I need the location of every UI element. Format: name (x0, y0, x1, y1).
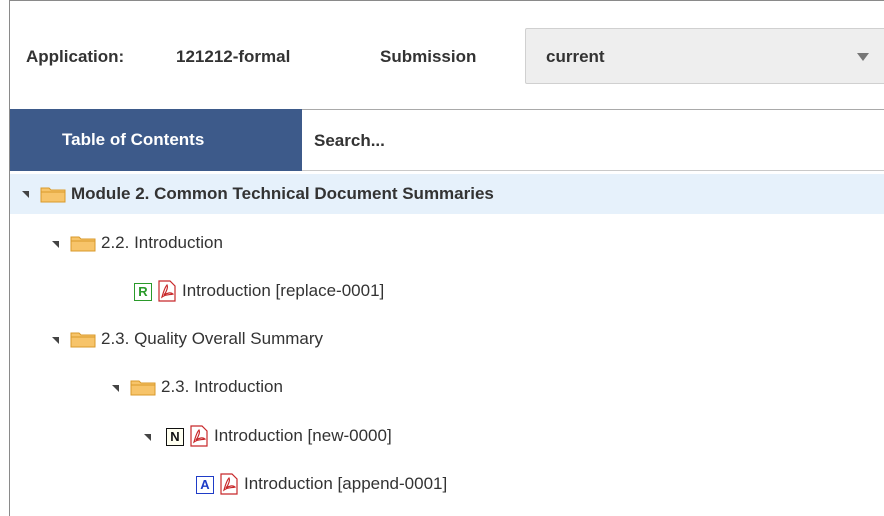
pdf-icon (220, 473, 238, 495)
tree-node-module-2[interactable]: Module 2. Common Technical Document Summ… (10, 174, 884, 214)
tree-node-doc-replace[interactable]: R Introduction [replace-0001] (10, 271, 884, 311)
top-border (9, 0, 884, 1)
tab-table-of-contents[interactable]: Table of Contents (10, 109, 302, 171)
expand-toggle-icon[interactable] (22, 191, 29, 198)
pdf-icon (190, 425, 208, 447)
window-frame: Application: 121212-formal Submission cu… (0, 0, 884, 516)
dropdown-arrow-icon[interactable] (857, 53, 869, 61)
search-input[interactable] (312, 110, 876, 172)
search-box (302, 109, 884, 172)
expand-toggle-icon[interactable] (52, 337, 59, 344)
tree-node-label: Introduction [new-0000] (214, 426, 392, 445)
toolbar: Table of Contents (10, 109, 884, 172)
header-bar: Application: 121212-formal Submission cu… (10, 28, 884, 86)
tree-node-doc-append[interactable]: A Introduction [append-0001] (10, 464, 884, 504)
tree-node-2-3-introduction[interactable]: 2.3. Introduction (10, 367, 884, 407)
append-badge-icon: A (196, 476, 214, 494)
tree-node-label: 2.2. Introduction (101, 233, 223, 252)
expand-toggle-icon[interactable] (112, 385, 119, 392)
folder-icon (70, 236, 96, 252)
replace-badge-icon: R (134, 283, 152, 301)
tree-node-label: Module 2. Common Technical Document Summ… (71, 184, 494, 203)
tree-node-doc-new[interactable]: N Introduction [new-0000] (10, 416, 884, 456)
folder-icon (70, 332, 96, 348)
tree-node-2-2-introduction[interactable]: 2.2. Introduction (10, 223, 884, 263)
toc-tree: Module 2. Common Technical Document Summ… (10, 171, 884, 516)
tree-node-label: 2.3. Introduction (161, 377, 283, 396)
folder-icon (40, 187, 66, 203)
tree-node-label: Introduction [replace-0001] (182, 281, 385, 300)
expand-toggle-icon[interactable] (144, 434, 151, 441)
tree-node-label: Introduction [append-0001] (244, 474, 448, 493)
new-badge-icon: N (166, 428, 184, 446)
application-value: 121212-formal (176, 47, 291, 66)
folder-icon (130, 380, 156, 396)
submission-select[interactable]: current (525, 28, 884, 84)
expand-toggle-icon[interactable] (52, 241, 59, 248)
tree-node-label: 2.3. Quality Overall Summary (101, 329, 324, 348)
submission-label: Submission (380, 47, 477, 66)
submission-select-value: current (546, 47, 605, 66)
pdf-icon (158, 280, 176, 302)
tree-node-2-3-quality-overall-summary[interactable]: 2.3. Quality Overall Summary (10, 319, 884, 359)
application-label: Application: (26, 47, 125, 66)
